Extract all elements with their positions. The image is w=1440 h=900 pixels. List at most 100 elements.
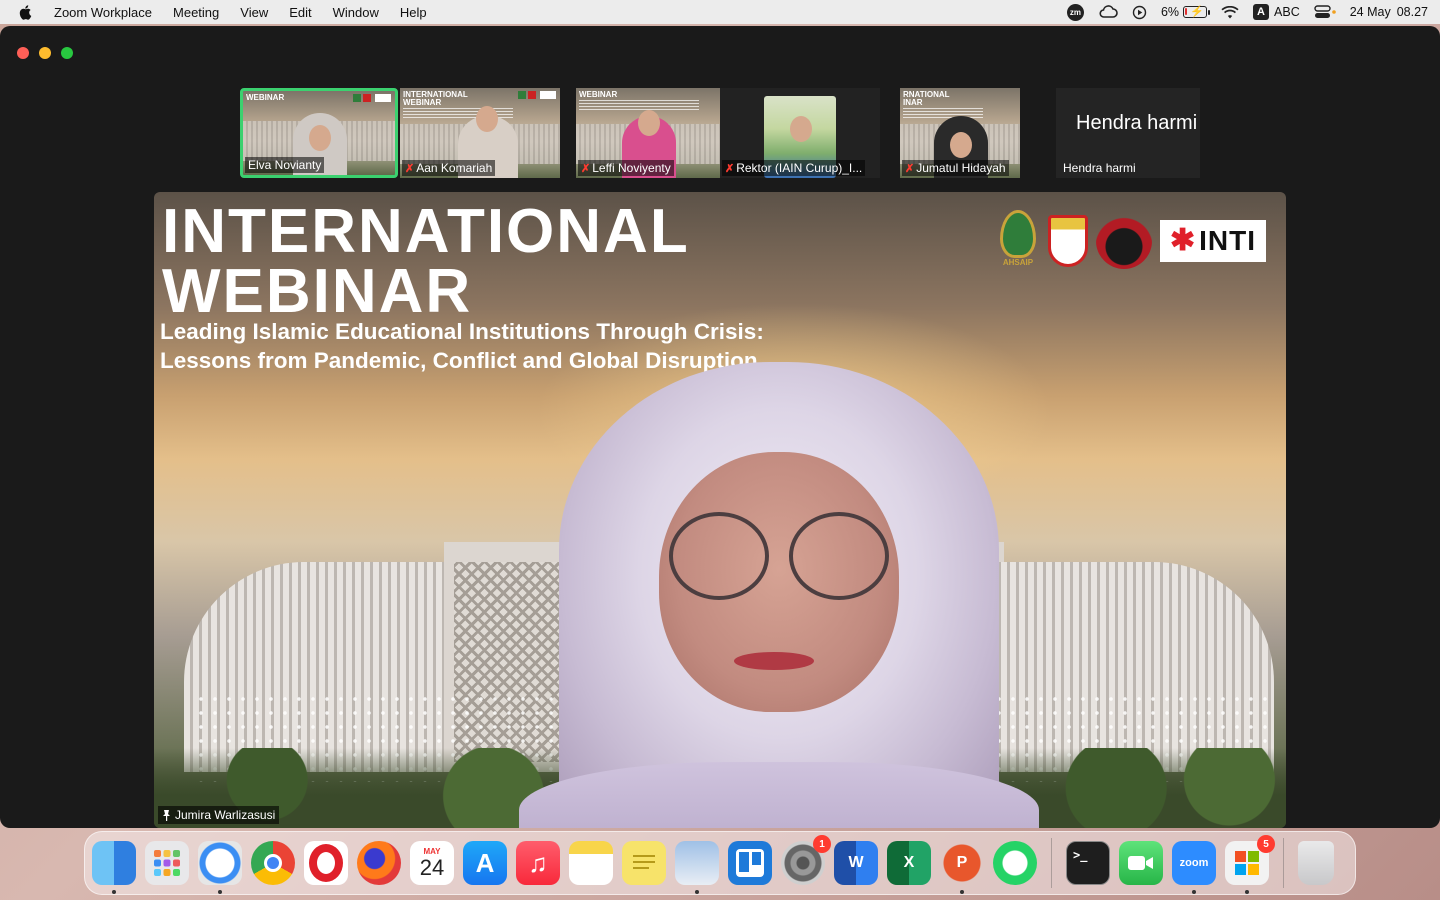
facetime-icon[interactable] [1119, 841, 1163, 885]
zoom-status-icon[interactable]: zm [1066, 3, 1084, 21]
battery-icon: ⚡ [1183, 6, 1211, 18]
notes-icon[interactable] [569, 841, 613, 885]
mic-muted-icon: ✗ [405, 162, 415, 175]
participant-name: Aan Komariah [416, 161, 493, 175]
inti-star-icon: ✱ [1169, 224, 1196, 257]
menu-view[interactable]: View [240, 5, 268, 20]
mini-subtitle [579, 100, 699, 110]
mini-logos [353, 94, 391, 102]
dock-separator [1283, 838, 1284, 888]
participant-face [790, 116, 812, 142]
calendar-icon[interactable]: MAY 24 [410, 841, 454, 885]
active-speaker-video[interactable]: INTERNATIONAL WEBINAR Leading Islamic Ed… [154, 192, 1286, 828]
participant-tile-aan[interactable]: INTERNATIONAL WEBINAR ✗ Aan Komariah [400, 88, 560, 178]
speaker-lips [734, 652, 814, 670]
trello-icon[interactable] [728, 841, 772, 885]
safari-icon[interactable] [198, 841, 242, 894]
office-icon[interactable]: 5 [1225, 835, 1275, 894]
university-shield-logo [1048, 215, 1088, 267]
participant-name-tag: Hendra harmi [1060, 160, 1139, 176]
opera-icon[interactable] [304, 841, 348, 885]
music-icon[interactable]: ♫ [516, 841, 560, 885]
participant-name: Elva Novianty [248, 158, 322, 172]
menu-bar: Zoom Workplace Meeting View Edit Window … [0, 0, 1440, 24]
participant-name: Rektor (IAIN Curup)_I... [736, 161, 863, 175]
play-circle-icon[interactable] [1132, 5, 1147, 20]
finder-icon[interactable] [92, 841, 136, 894]
pin-icon [163, 810, 170, 821]
zoom-icon[interactable]: zoom [1172, 841, 1216, 894]
mini-subtitle [903, 108, 983, 118]
participant-face [309, 125, 331, 151]
participant-tile-elva[interactable]: WEBINAR Elva Novianty [240, 88, 398, 178]
settings-icon[interactable]: 1 [781, 835, 831, 885]
calendar-day: 24 [419, 854, 445, 880]
sponsor-logos: AHSAIP ✱ INTI [996, 210, 1266, 272]
menubar-date: 24 May [1349, 5, 1391, 19]
minimize-window-button[interactable] [39, 47, 51, 59]
participant-tile-rektor[interactable]: ✗ Rektor (IAIN Curup)_I... [720, 88, 880, 178]
participant-name-tag: ✗ Aan Komariah [402, 160, 496, 176]
menu-meeting[interactable]: Meeting [173, 5, 219, 20]
dock: MAY 24 A ♫ 1 W X P >_ zoom 5 [84, 831, 1356, 895]
participant-name-tag: ✗ Leffi Noviyenty [578, 160, 674, 176]
participant-name: Leffi Noviyenty [592, 161, 671, 175]
chrome-icon[interactable] [251, 841, 295, 885]
office-notification-badge: 5 [1257, 835, 1275, 853]
mini-webinar-title: RNATIONAL INAR [903, 90, 950, 107]
powerpoint-letter: P [956, 854, 968, 871]
word-icon[interactable]: W [834, 841, 878, 885]
participant-tile-hendra[interactable]: Hendra harmi Hendra harmi [1056, 88, 1200, 178]
stickies-icon[interactable] [622, 841, 666, 885]
menu-edit[interactable]: Edit [289, 5, 311, 20]
excel-icon[interactable]: X [887, 841, 931, 885]
launchpad-icon[interactable] [145, 841, 189, 885]
control-center-icon[interactable] [1314, 5, 1336, 19]
participant-face [950, 132, 972, 158]
menu-app-name[interactable]: Zoom Workplace [54, 5, 152, 20]
participant-name: Hendra harmi [1063, 161, 1136, 175]
preview-icon[interactable] [675, 841, 719, 894]
close-window-button[interactable] [17, 47, 29, 59]
participant-face [638, 110, 660, 136]
dock-separator [1051, 838, 1052, 888]
mic-muted-icon: ✗ [725, 162, 735, 175]
participant-name-tag: ✗ Rektor (IAIN Curup)_I... [722, 160, 866, 176]
mic-muted-icon: ✗ [581, 162, 591, 175]
webinar-title: INTERNATIONAL WEBINAR [162, 201, 690, 326]
apple-icon[interactable] [18, 4, 34, 20]
zoom-icon-label: zoom [1179, 857, 1209, 869]
participant-face [476, 106, 498, 132]
powerpoint-icon[interactable]: P [940, 841, 984, 894]
battery-percent: 6% [1160, 5, 1180, 19]
participant-tile-jumatul[interactable]: RNATIONAL INAR ✗ Jumatul Hidayah [900, 88, 1020, 178]
speaker-name: Jumira Warlizasusi [175, 808, 276, 822]
ahsaip-emblem [1000, 210, 1036, 258]
zoom-meeting-window: WEBINAR Elva Novianty INTERNATIONAL WEBI… [0, 26, 1440, 828]
inti-logo-text: INTI [1199, 225, 1257, 256]
input-source[interactable]: A ABC [1253, 4, 1300, 20]
creative-cloud-icon[interactable] [1098, 5, 1118, 19]
menubar-time: 08.27 [1396, 5, 1428, 19]
mini-webinar-title: WEBINAR [579, 90, 618, 99]
firefox-icon[interactable] [357, 841, 401, 885]
whatsapp-icon[interactable] [993, 841, 1037, 885]
maximize-window-button[interactable] [61, 47, 73, 59]
menu-help[interactable]: Help [400, 5, 427, 20]
input-source-icon: A [1253, 4, 1270, 20]
participant-name-tag: ✗ Jumatul Hidayah [902, 160, 1009, 176]
app-store-icon[interactable]: A [463, 841, 507, 885]
menu-window[interactable]: Window [333, 5, 379, 20]
inti-logo: ✱ INTI [1160, 220, 1266, 262]
terminal-icon[interactable]: >_ [1066, 841, 1110, 885]
wifi-icon[interactable] [1221, 5, 1239, 19]
ahsaip-logo: AHSAIP [996, 210, 1040, 272]
trash-icon[interactable] [1298, 841, 1334, 885]
webinar-title-line2: WEBINAR [162, 257, 473, 326]
participant-display-name: Hendra harmi [1076, 112, 1198, 134]
participant-tile-leffi[interactable]: WEBINAR ✗ Leffi Noviyenty [576, 88, 720, 178]
university-emblem-logo [1096, 213, 1152, 269]
glasses-right-lens [789, 512, 889, 600]
battery-indicator[interactable]: 6% ⚡ [1160, 5, 1211, 19]
menubar-clock[interactable]: 24 May 08.27 [1350, 5, 1428, 19]
